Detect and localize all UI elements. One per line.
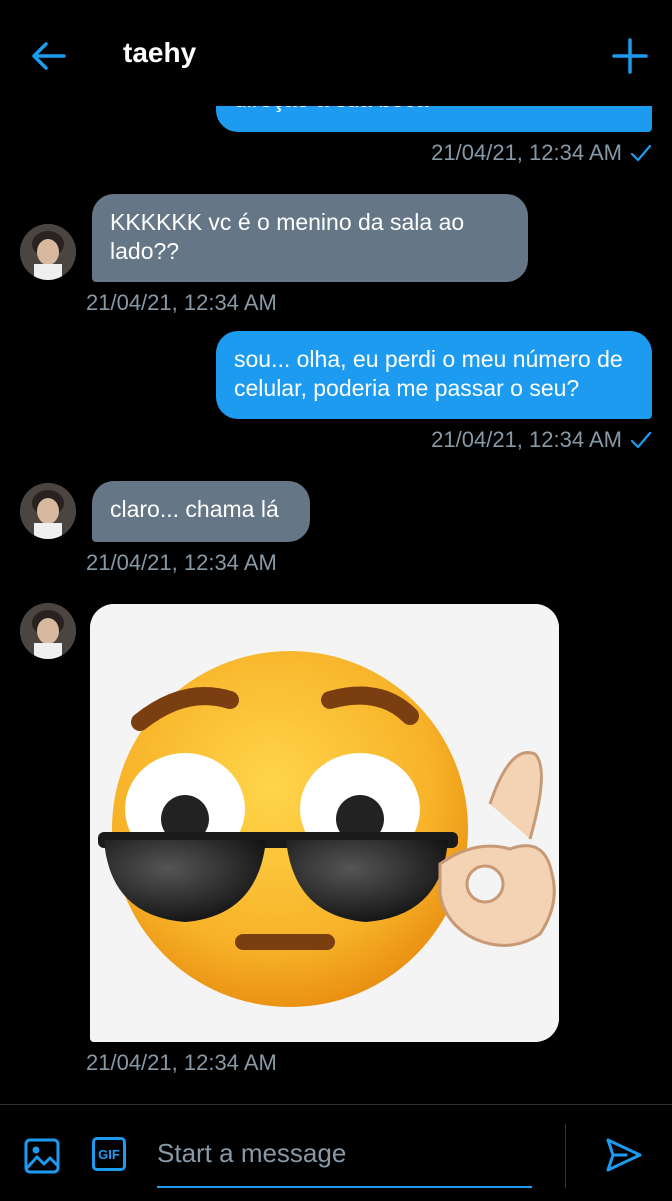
message-input[interactable] (157, 1126, 532, 1188)
message-text: KKKKKK vc é o menino da sala ao lado?? (110, 209, 465, 264)
message-timestamp: 21/04/21, 12:34 AM (86, 1050, 277, 1075)
avatar[interactable] (20, 224, 76, 280)
avatar[interactable] (20, 483, 76, 539)
message-text: sou... olha, eu perdi o meu número de ce… (234, 346, 623, 401)
send-icon[interactable] (604, 1136, 644, 1174)
gif-label: GIF (98, 1146, 120, 1162)
message-bubble-incoming[interactable]: KKKKKK vc é o menino da sala ao lado?? (92, 194, 528, 282)
avatar-photo (20, 603, 76, 659)
message-timestamp: 21/04/21, 12:34 AM (86, 290, 277, 315)
image-icon[interactable] (24, 1138, 60, 1174)
message-bubble-outgoing[interactable]: sou... olha, eu perdi o meu número de ce… (216, 331, 652, 419)
sunglasses-emoji-icon (90, 604, 559, 1042)
plus-icon[interactable] (610, 36, 650, 76)
gif-button[interactable]: GIF (92, 1137, 126, 1171)
message-image[interactable] (90, 604, 559, 1042)
message-text: claro... chama lá (110, 496, 279, 522)
avatar[interactable] (20, 603, 76, 659)
read-check-icon (630, 144, 652, 162)
conversation-header: taehy (0, 0, 672, 106)
message-bubble-incoming[interactable]: claro... chama lá (92, 481, 310, 542)
message-timestamp: 21/04/21, 12:34 AM (86, 550, 277, 575)
read-check-icon (630, 431, 652, 449)
composer-divider (565, 1124, 566, 1188)
message-timestamp: 21/04/21, 12:34 AM (431, 140, 652, 166)
message-timestamp: 21/04/21, 12:34 AM (431, 427, 652, 453)
conversation-title[interactable]: taehy (123, 37, 196, 69)
avatar-photo (20, 483, 76, 539)
arrow-left-icon[interactable] (28, 38, 68, 74)
avatar-photo (20, 224, 76, 280)
